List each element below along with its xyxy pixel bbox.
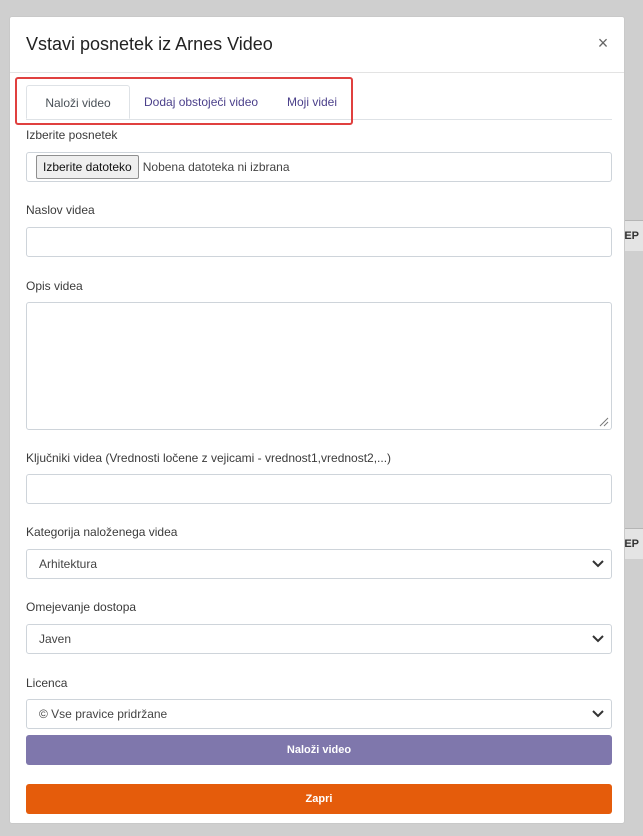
description-label: Opis videa xyxy=(26,279,83,293)
chevron-down-icon xyxy=(591,707,605,721)
category-selected-value: Arhitektura xyxy=(39,557,98,571)
tab-bar: Naloži video Dodaj obstoječi video Moji … xyxy=(26,85,612,120)
keywords-label: Ključniki videa (Vrednosti ločene z veji… xyxy=(26,451,392,465)
access-selected-value: Javen xyxy=(39,632,72,646)
resize-grip-icon[interactable] xyxy=(599,417,609,427)
license-label: Licenca xyxy=(26,676,68,690)
title-label: Naslov videa xyxy=(26,203,95,217)
close-button[interactable]: Zapri xyxy=(26,784,612,814)
background-row-badge: EP xyxy=(624,538,639,550)
chevron-down-icon xyxy=(591,632,605,646)
choose-file-button[interactable]: Izberite datoteko xyxy=(36,155,139,179)
close-icon[interactable]: × xyxy=(594,34,612,52)
license-selected-value: © Vse pravice pridržane xyxy=(39,707,168,721)
file-label: Izberite posnetek xyxy=(26,128,118,142)
category-label: Kategorija naloženega videa xyxy=(26,525,178,539)
keywords-input[interactable] xyxy=(26,474,612,504)
chevron-down-icon xyxy=(591,557,605,571)
title-input[interactable] xyxy=(26,227,612,257)
file-input[interactable]: Izberite datoteko Nobena datoteka ni izb… xyxy=(26,152,612,182)
background-row-badge: EP xyxy=(624,230,639,242)
modal-title: Vstavi posnetek iz Arnes Video xyxy=(26,34,273,54)
tab-upload-video[interactable]: Naloži video xyxy=(26,85,130,119)
modal-header: Vstavi posnetek iz Arnes Video × xyxy=(10,17,624,73)
upload-video-modal: Vstavi posnetek iz Arnes Video × Naloži … xyxy=(9,16,625,824)
tab-my-videos[interactable]: Moji videi xyxy=(275,85,349,119)
access-label: Omejevanje dostopa xyxy=(26,600,137,614)
upload-video-button[interactable]: Naloži video xyxy=(26,735,612,765)
file-status: Nobena datoteka ni izbrana xyxy=(142,160,290,174)
category-select[interactable]: Arhitektura xyxy=(26,549,612,579)
tab-add-existing-video[interactable]: Dodaj obstoječi video xyxy=(132,85,270,119)
license-select[interactable]: © Vse pravice pridržane xyxy=(26,699,612,729)
access-select[interactable]: Javen xyxy=(26,624,612,654)
description-textarea[interactable] xyxy=(26,302,612,430)
